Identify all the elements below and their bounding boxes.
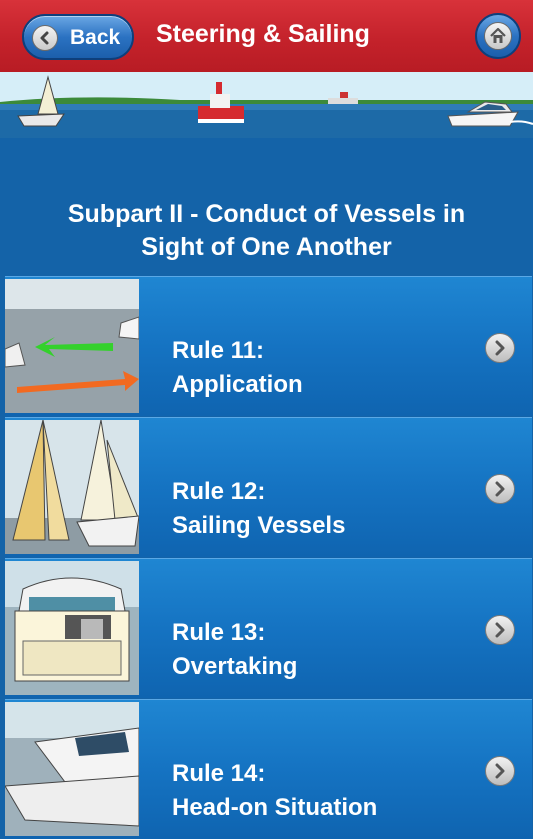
chevron-right-icon (485, 474, 515, 504)
rule-12-title: Sailing Vessels (172, 512, 346, 539)
page-title: Steering & Sailing (156, 20, 370, 48)
rule-11-number: Rule 11: (172, 337, 265, 364)
back-arrow-icon (32, 25, 58, 51)
chevron-right-icon (485, 615, 515, 645)
chevron-right-icon (485, 333, 515, 363)
list-item-rule-14[interactable]: Rule 14: Head-on Situation (5, 699, 532, 839)
home-icon (484, 22, 512, 50)
rule-12-number: Rule 12: (172, 478, 266, 505)
rule-14-title: Head-on Situation (172, 794, 378, 821)
list-item-rule-11[interactable]: Rule 11: Application (5, 276, 532, 416)
rule-13-label: Rule 13: Overtaking (172, 616, 297, 684)
top-bar: Back Steering & Sailing (0, 0, 533, 73)
rule-13-thumbnail (5, 561, 139, 695)
rule-13-title: Overtaking (172, 653, 298, 680)
rule-14-label: Rule 14: Head-on Situation (172, 757, 377, 825)
home-button[interactable] (475, 13, 521, 59)
rule-12-label: Rule 12: Sailing Vessels (172, 475, 345, 543)
sea-banner-illustration (0, 72, 533, 138)
section-title-line-2: Sight of One Another (141, 233, 392, 261)
rule-11-thumbnail (5, 279, 139, 413)
rule-12-thumbnail (5, 420, 139, 554)
rule-11-label: Rule 11: Application (172, 334, 303, 402)
rule-14-thumbnail (5, 702, 139, 836)
list-item-rule-12[interactable]: Rule 12: Sailing Vessels (5, 417, 532, 557)
section-title: Subpart II - Conduct of Vessels in Sight… (0, 198, 533, 264)
rule-13-number: Rule 13: (172, 619, 266, 646)
section-title-line-1: Subpart II - Conduct of Vessels in (67, 200, 466, 228)
back-button-label: Back (70, 26, 121, 49)
back-button[interactable]: Back (22, 14, 134, 60)
rule-14-number: Rule 14: (172, 760, 266, 787)
chevron-right-icon (485, 756, 515, 786)
rule-11-title: Application (172, 371, 303, 398)
list-item-rule-13[interactable]: Rule 13: Overtaking (5, 558, 532, 698)
